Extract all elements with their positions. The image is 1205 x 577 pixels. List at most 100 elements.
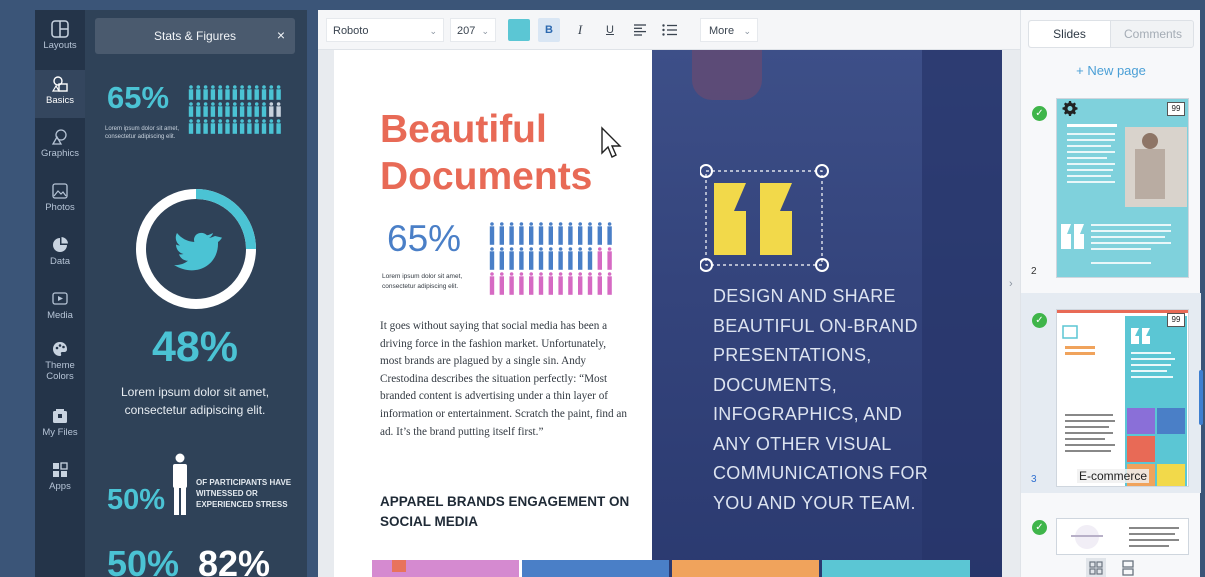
slide-number: 2 xyxy=(1031,266,1037,277)
person-pictogram xyxy=(188,119,194,134)
person-pictogram xyxy=(239,119,245,134)
person-pictogram xyxy=(254,119,259,134)
rail-item-data[interactable]: Data xyxy=(35,232,85,278)
layout-icon xyxy=(51,20,69,38)
person-pictogram xyxy=(597,222,602,245)
quote-graphic-selected[interactable] xyxy=(700,163,830,273)
person-pictogram xyxy=(538,247,544,270)
font-family-value: Roboto xyxy=(333,25,369,37)
document-subheading[interactable]: APPAREL BRANDS ENGAGEMENT ON SOCIAL MEDI… xyxy=(380,492,630,532)
media-icon xyxy=(52,292,68,305)
person-pictogram xyxy=(519,247,524,270)
text-color-swatch[interactable] xyxy=(508,19,530,41)
palette-icon xyxy=(53,342,67,356)
document-color-bars[interactable] xyxy=(372,560,972,577)
person-pictogram xyxy=(607,272,612,295)
person-icon[interactable] xyxy=(169,453,191,517)
grid-view-icon[interactable] xyxy=(1086,558,1106,577)
slide-thumbnail[interactable]: 99 xyxy=(1056,98,1189,278)
stat-65-percent[interactable]: 65% xyxy=(107,80,169,116)
list-view-icon[interactable] xyxy=(1118,558,1138,577)
rail-label: Layouts xyxy=(43,40,77,51)
apps-icon xyxy=(53,462,68,477)
chevron-down-icon: ⌄ xyxy=(743,26,751,36)
font-family-select[interactable]: Roboto ⌄ xyxy=(326,18,444,42)
stat-50-percent-second[interactable]: 50% xyxy=(107,543,179,577)
people-icon-grid[interactable] xyxy=(188,85,286,137)
chevron-down-icon: ⌄ xyxy=(429,26,437,36)
person-pictogram xyxy=(509,272,514,295)
rail-item-basics[interactable]: Basics xyxy=(35,70,85,118)
person-pictogram xyxy=(578,272,583,295)
bullet-list-button[interactable] xyxy=(659,18,681,42)
align-left-button[interactable] xyxy=(629,18,651,42)
rail-label: Basics xyxy=(46,95,74,106)
rail-label: My Files xyxy=(42,427,78,438)
person-pictogram xyxy=(239,102,245,117)
person-pictogram xyxy=(261,102,267,117)
document-people-grid[interactable] xyxy=(489,222,619,300)
person-pictogram xyxy=(499,272,504,295)
graphics-icon xyxy=(51,129,67,145)
person-pictogram xyxy=(276,102,281,117)
view-toggle xyxy=(1086,558,1138,577)
person-pictogram xyxy=(568,272,573,295)
tool-rail: Layouts Basics Graphics Photos Data Medi… xyxy=(35,10,85,577)
slide-number: 3 xyxy=(1031,474,1037,485)
stat-48-percent[interactable]: 48% xyxy=(125,323,265,372)
person-pictogram xyxy=(499,222,504,245)
person-pictogram xyxy=(196,119,201,134)
text-toolbar: Roboto ⌄ 207 ⌄ B I U More ⌄ xyxy=(318,10,1020,50)
files-icon xyxy=(53,409,67,423)
rail-item-theme-colors[interactable]: Theme Colors xyxy=(35,338,85,394)
person-pictogram xyxy=(529,222,534,245)
slide-thumbnail[interactable] xyxy=(1056,518,1189,555)
close-icon[interactable]: × xyxy=(277,27,285,43)
person-pictogram xyxy=(225,119,230,134)
person-pictogram xyxy=(203,119,208,134)
rail-item-layouts[interactable]: Layouts xyxy=(35,16,85,62)
tab-slides[interactable]: Slides xyxy=(1029,21,1111,47)
rail-item-media[interactable]: Media xyxy=(35,286,85,332)
slide-thumbnail[interactable]: 99 E-commerce xyxy=(1056,309,1189,487)
stat-82-percent[interactable]: 82% xyxy=(198,543,270,577)
slide-thumbnail-row[interactable]: ✓ xyxy=(1021,510,1201,555)
more-dropdown[interactable]: More ⌄ xyxy=(700,18,758,42)
stat-50-percent[interactable]: 50% xyxy=(107,484,165,517)
mouse-pointer-icon xyxy=(601,126,622,158)
pane-tabs: Slides Comments xyxy=(1028,20,1194,48)
twitter-donut-stat[interactable] xyxy=(133,186,259,312)
person-pictogram xyxy=(597,247,602,270)
rail-item-photos[interactable]: Photos xyxy=(35,178,85,224)
bold-button[interactable]: B xyxy=(538,18,560,42)
person-pictogram xyxy=(210,119,216,134)
twitter-bird-icon xyxy=(174,232,222,271)
slide-thumbnail-row[interactable]: ✓ 2 99 xyxy=(1021,98,1201,290)
person-pictogram xyxy=(269,102,274,117)
person-pictogram xyxy=(196,85,201,100)
rail-item-graphics[interactable]: Graphics xyxy=(35,124,85,170)
photo-overlay-text[interactable]: DESIGN AND SHARE BEAUTIFUL ON-BRAND PRES… xyxy=(713,282,943,518)
person-pictogram xyxy=(548,247,553,270)
stat-65-caption: Lorem ipsum dolor sit amet, consectetur … xyxy=(105,126,180,140)
more-label: More xyxy=(709,25,735,37)
underline-button[interactable]: U xyxy=(599,18,621,42)
slide-thumbnail-row-selected[interactable]: ✓ 3 99 E-commerce xyxy=(1021,293,1201,493)
font-size-select[interactable]: 207 ⌄ xyxy=(450,18,496,42)
person-pictogram xyxy=(519,272,524,295)
person-pictogram xyxy=(254,102,259,117)
shapes-icon xyxy=(51,76,68,92)
new-page-button[interactable]: + New page xyxy=(1021,63,1201,78)
tab-comments[interactable]: Comments xyxy=(1112,21,1194,47)
slides-pane: Slides Comments + New page ✓ 2 99 ✓ 3 99… xyxy=(1020,10,1201,577)
check-icon: ✓ xyxy=(1032,313,1047,328)
document-body-text[interactable]: It goes without saying that social media… xyxy=(380,318,630,441)
italic-button[interactable]: I xyxy=(569,18,591,42)
person-pictogram xyxy=(558,247,563,270)
document-stat-65[interactable]: 65% xyxy=(387,218,461,260)
rail-item-my-files[interactable]: My Files xyxy=(35,403,85,449)
panel-title: Stats & Figures xyxy=(153,29,237,43)
pane-scrollbar[interactable] xyxy=(1199,370,1203,425)
rail-item-apps[interactable]: Apps xyxy=(35,457,85,503)
person-pictogram xyxy=(276,119,281,134)
